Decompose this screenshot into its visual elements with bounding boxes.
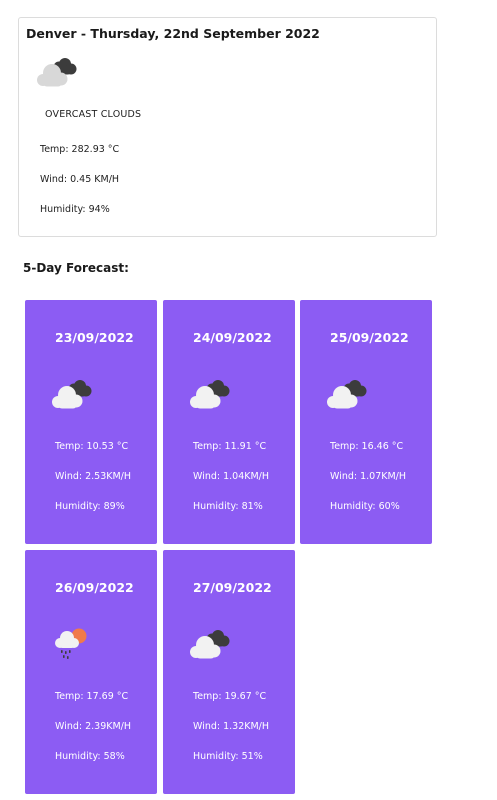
weather-dashboard: Denver - Thursday, 22nd September 2022 O…	[0, 0, 497, 800]
forecast-temp: Temp: 16.46 °C	[330, 441, 404, 452]
weather-description: OVERCAST CLOUDS	[45, 109, 142, 120]
forecast-humidity: Humidity: 58%	[55, 751, 125, 762]
current-wind: Wind: 0.45 KM/H	[40, 174, 120, 185]
forecast-temp: Temp: 17.69 °C	[55, 691, 129, 702]
forecast-card: 23/09/2022 Temp: 10.53 °C Wind: 2.53KM/H…	[25, 300, 157, 544]
overcast-clouds-icon	[327, 380, 367, 409]
forecast-humidity: Humidity: 60%	[330, 501, 400, 512]
rain-sun-icon	[55, 628, 87, 659]
forecast-card: 25/09/2022 Temp: 16.46 °C Wind: 1.07KM/H…	[300, 300, 432, 544]
current-temp: Temp: 282.93 °C	[40, 144, 120, 155]
forecast-humidity: Humidity: 81%	[193, 501, 263, 512]
current-weather-card: Denver - Thursday, 22nd September 2022 O…	[18, 17, 437, 237]
forecast-wind: Wind: 1.04KM/H	[193, 471, 270, 482]
overcast-clouds-icon	[37, 58, 77, 87]
forecast-humidity: Humidity: 89%	[55, 501, 125, 512]
current-humidity: Humidity: 94%	[40, 204, 110, 215]
overcast-clouds-icon	[190, 630, 230, 659]
forecast-date: 25/09/2022	[330, 330, 409, 345]
current-weather-title: Denver - Thursday, 22nd September 2022	[26, 26, 320, 41]
forecast-date: 24/09/2022	[193, 330, 272, 345]
forecast-wind: Wind: 1.07KM/H	[330, 471, 407, 482]
forecast-card: 24/09/2022 Temp: 11.91 °C Wind: 1.04KM/H…	[163, 300, 295, 544]
forecast-wind: Wind: 2.53KM/H	[55, 471, 132, 482]
forecast-card: 27/09/2022 Temp: 19.67 °C Wind: 1.32KM/H…	[163, 550, 295, 794]
forecast-temp: Temp: 10.53 °C	[55, 441, 129, 452]
forecast-date: 26/09/2022	[55, 580, 134, 595]
forecast-humidity: Humidity: 51%	[193, 751, 263, 762]
forecast-wind: Wind: 1.32KM/H	[193, 721, 270, 732]
forecast-temp: Temp: 19.67 °C	[193, 691, 267, 702]
forecast-temp: Temp: 11.91 °C	[193, 441, 267, 452]
overcast-clouds-icon	[52, 380, 92, 409]
overcast-clouds-icon	[190, 380, 230, 409]
forecast-date: 27/09/2022	[193, 580, 272, 595]
forecast-card: 26/09/2022 Temp: 17.69 °C Wind: 2.39KM/H…	[25, 550, 157, 794]
forecast-heading: 5-Day Forecast:	[23, 261, 129, 275]
forecast-wind: Wind: 2.39KM/H	[55, 721, 132, 732]
forecast-date: 23/09/2022	[55, 330, 134, 345]
